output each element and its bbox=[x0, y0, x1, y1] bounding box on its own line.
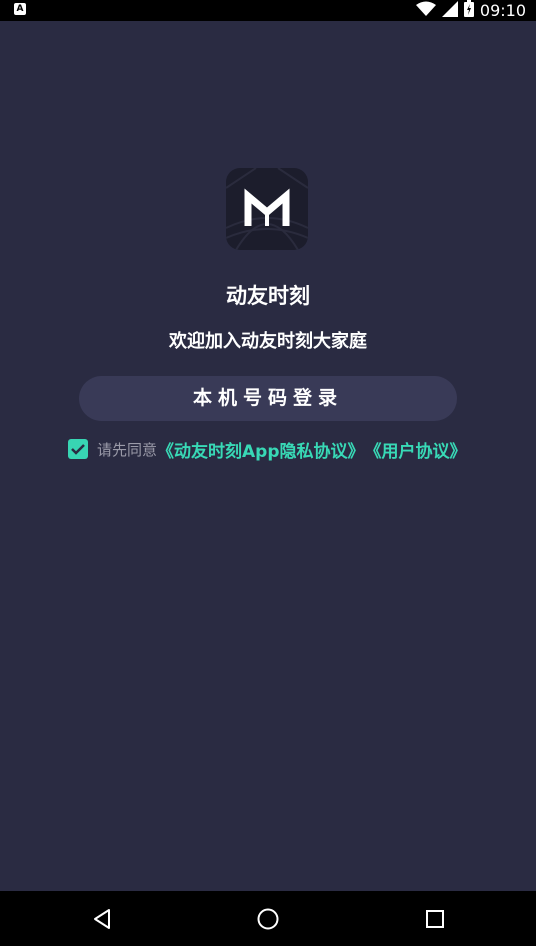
agreement-row: 请先同意 《动友时刻App隐私协议》 《用户协议》 bbox=[68, 437, 467, 462]
recents-icon[interactable] bbox=[421, 905, 449, 933]
app-name: 动友时刻 bbox=[226, 284, 310, 308]
status-time: 09:10 bbox=[479, 1, 526, 20]
battery-icon bbox=[463, 0, 474, 21]
app-logo bbox=[226, 168, 308, 250]
check-icon bbox=[71, 444, 85, 455]
phone-login-button[interactable]: 本机号码登录 bbox=[79, 376, 457, 421]
welcome-text: 欢迎加入动友时刻大家庭 bbox=[169, 331, 367, 352]
login-screen: A 09:10 动友时刻 欢迎加入动友时刻大家庭 本机号码登录 请先同意 《动友… bbox=[0, 0, 536, 946]
agreement-checkbox[interactable] bbox=[68, 439, 88, 459]
status-right-group: 09:10 bbox=[415, 0, 526, 21]
signal-icon bbox=[441, 0, 458, 21]
privacy-policy-link[interactable]: 《动友时刻App隐私协议》 bbox=[157, 437, 365, 462]
home-icon[interactable] bbox=[254, 905, 282, 933]
navigation-bar bbox=[0, 891, 536, 946]
wifi-icon bbox=[415, 1, 436, 21]
agreement-prefix: 请先同意 bbox=[97, 440, 158, 459]
notification-a-icon: A bbox=[14, 3, 26, 15]
status-bar: A 09:10 bbox=[0, 0, 536, 21]
back-icon[interactable] bbox=[88, 905, 116, 933]
user-agreement-link[interactable]: 《用户协议》 bbox=[365, 437, 467, 462]
